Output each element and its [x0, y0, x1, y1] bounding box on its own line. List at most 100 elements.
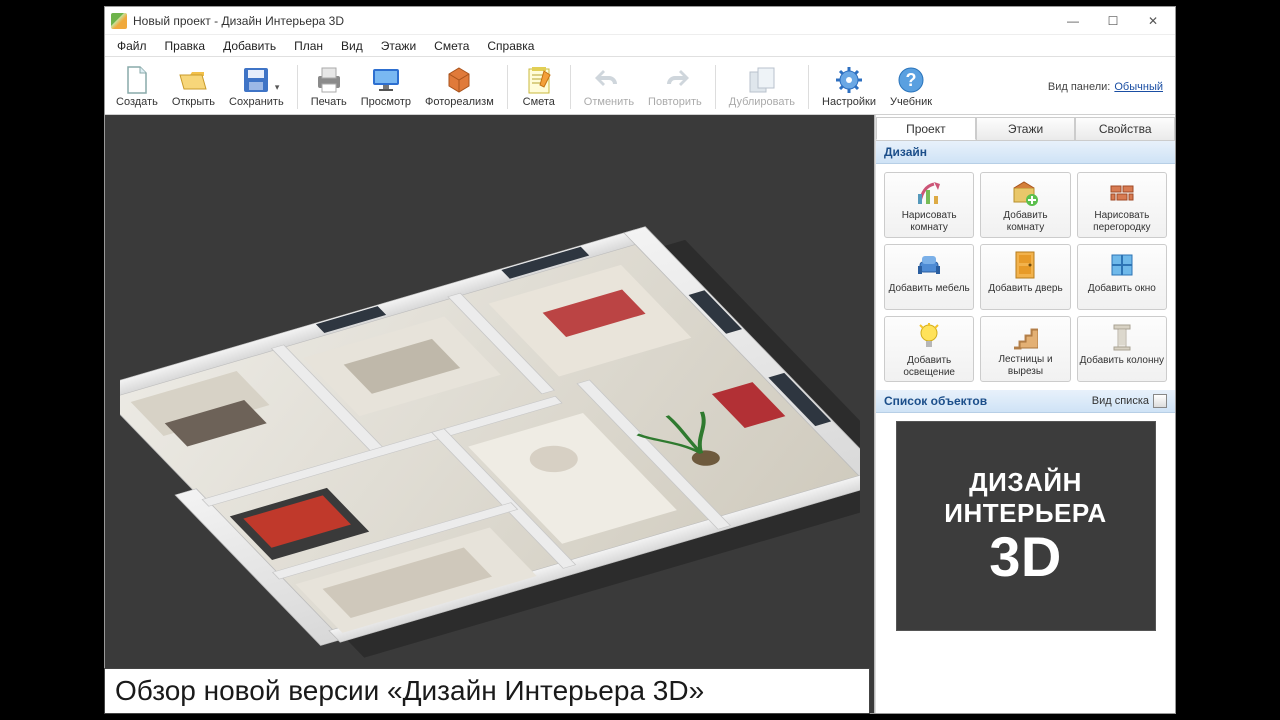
duplicate-button[interactable]: Дублировать	[722, 62, 802, 111]
caption-text: Обзор новой версии «Дизайн Интерьера 3D»	[115, 675, 704, 707]
stairs-button[interactable]: Лестницы и вырезы	[980, 316, 1070, 382]
redo-label: Повторить	[648, 96, 702, 108]
stairs-icon	[1011, 323, 1039, 350]
tab-properties[interactable]: Свойства	[1075, 117, 1175, 140]
photoreal-button[interactable]: Фотореализм	[418, 62, 501, 111]
add-room-icon	[1011, 179, 1039, 206]
wall-icon	[1108, 179, 1136, 206]
undo-label: Отменить	[584, 96, 634, 108]
preview-label: Просмотр	[361, 96, 411, 108]
settings-label: Настройки	[822, 96, 876, 108]
draw-wall-button[interactable]: Нарисовать перегородку	[1077, 172, 1167, 238]
settings-button[interactable]: Настройки	[815, 62, 883, 111]
create-label: Создать	[116, 96, 158, 108]
estimate-label: Смета	[523, 96, 555, 108]
duplicate-icon	[747, 65, 777, 95]
window-icon	[1108, 251, 1136, 279]
tab-floors[interactable]: Этажи	[976, 117, 1076, 140]
floorplan-render	[105, 115, 874, 713]
toolbar: Создать Открыть ▾ Сохранить Печать	[105, 57, 1175, 115]
cube-icon	[444, 65, 474, 95]
promo-line1: ДИЗАЙН	[944, 467, 1106, 498]
menubar: Файл Правка Добавить План Вид Этажи Смет…	[105, 35, 1175, 57]
toolbar-separator	[808, 65, 809, 109]
print-label: Печать	[311, 96, 347, 108]
objects-list: ДИЗАЙН ИНТЕРЬЕРА 3D	[876, 413, 1175, 713]
save-label: Сохранить	[229, 96, 284, 108]
draw-room-button[interactable]: Нарисовать комнату	[884, 172, 974, 238]
side-tabs: Проект Этажи Свойства	[876, 115, 1175, 141]
toolbar-separator	[715, 65, 716, 109]
menu-view[interactable]: Вид	[333, 37, 371, 55]
video-caption: Обзор новой версии «Дизайн Интерьера 3D»	[104, 668, 870, 714]
app-body: Проект Этажи Свойства Дизайн Нарисовать …	[105, 115, 1175, 713]
menu-floors[interactable]: Этажи	[373, 37, 424, 55]
design-label: Нарисовать комнату	[887, 210, 971, 233]
preview-button[interactable]: Просмотр	[354, 62, 418, 111]
design-label: Добавить освещение	[887, 355, 971, 378]
duplicate-label: Дублировать	[729, 96, 795, 108]
redo-button[interactable]: Повторить	[641, 62, 709, 111]
undo-button[interactable]: Отменить	[577, 62, 641, 111]
menu-file[interactable]: Файл	[109, 37, 155, 55]
help-icon: ?	[896, 65, 926, 95]
notepad-icon	[524, 65, 554, 95]
side-panel: Проект Этажи Свойства Дизайн Нарисовать …	[875, 115, 1175, 713]
promo-line3: 3D	[944, 529, 1106, 585]
svg-text:?: ?	[906, 70, 917, 90]
menu-edit[interactable]: Правка	[157, 37, 214, 55]
design-header-label: Дизайн	[884, 145, 927, 159]
add-door-button[interactable]: Добавить дверь	[980, 244, 1070, 310]
viewport-3d[interactable]	[105, 115, 875, 713]
minimize-button[interactable]: —	[1053, 8, 1093, 34]
list-view-toggle-icon[interactable]	[1153, 394, 1167, 408]
add-light-button[interactable]: Добавить освещение	[884, 316, 974, 382]
design-label: Добавить комнату	[983, 210, 1067, 233]
save-button[interactable]: ▾ Сохранить	[222, 62, 291, 111]
estimate-button[interactable]: Смета	[514, 62, 564, 111]
open-button[interactable]: Открыть	[165, 62, 222, 111]
monitor-icon	[371, 65, 401, 95]
design-grid: Нарисовать комнату Добавить комнату Нари…	[876, 164, 1175, 390]
open-label: Открыть	[172, 96, 215, 108]
design-label: Добавить мебель	[889, 283, 970, 295]
add-window-button[interactable]: Добавить окно	[1077, 244, 1167, 310]
redo-icon	[660, 65, 690, 95]
menu-estimate[interactable]: Смета	[426, 37, 477, 55]
panel-view-selector: Вид панели: Обычный	[1048, 81, 1171, 93]
objects-section-header: Список объектов Вид списка	[876, 390, 1175, 413]
print-button[interactable]: Печать	[304, 62, 354, 111]
new-file-icon	[122, 65, 152, 95]
design-label: Добавить колонну	[1080, 355, 1164, 367]
objects-header-label: Список объектов	[884, 394, 987, 408]
menu-add[interactable]: Добавить	[215, 37, 284, 55]
help-button[interactable]: ? Учебник	[883, 62, 939, 111]
design-section-header: Дизайн	[876, 141, 1175, 164]
panel-view-link[interactable]: Обычный	[1114, 81, 1163, 93]
door-icon	[1011, 251, 1039, 279]
toolbar-separator	[297, 65, 298, 109]
printer-icon	[314, 65, 344, 95]
help-label: Учебник	[890, 96, 932, 108]
design-label: Нарисовать перегородку	[1080, 210, 1164, 233]
column-icon	[1108, 323, 1136, 351]
undo-icon	[594, 65, 624, 95]
add-column-button[interactable]: Добавить колонну	[1077, 316, 1167, 382]
light-icon	[915, 323, 943, 351]
menu-help[interactable]: Справка	[479, 37, 542, 55]
chevron-down-icon: ▾	[275, 82, 280, 93]
tab-project[interactable]: Проект	[876, 117, 976, 140]
draw-room-icon	[915, 179, 943, 206]
furniture-icon	[915, 251, 943, 279]
close-button[interactable]: ✕	[1133, 8, 1173, 34]
app-window: Новый проект - Дизайн Интерьера 3D — ☐ ✕…	[104, 6, 1176, 714]
photoreal-label: Фотореализм	[425, 96, 494, 108]
window-title: Новый проект - Дизайн Интерьера 3D	[133, 14, 1053, 28]
maximize-button[interactable]: ☐	[1093, 8, 1133, 34]
add-furniture-button[interactable]: Добавить мебель	[884, 244, 974, 310]
save-icon: ▾	[241, 65, 271, 95]
gear-icon	[834, 65, 864, 95]
create-button[interactable]: Создать	[109, 62, 165, 111]
add-room-button[interactable]: Добавить комнату	[980, 172, 1070, 238]
menu-plan[interactable]: План	[286, 37, 331, 55]
